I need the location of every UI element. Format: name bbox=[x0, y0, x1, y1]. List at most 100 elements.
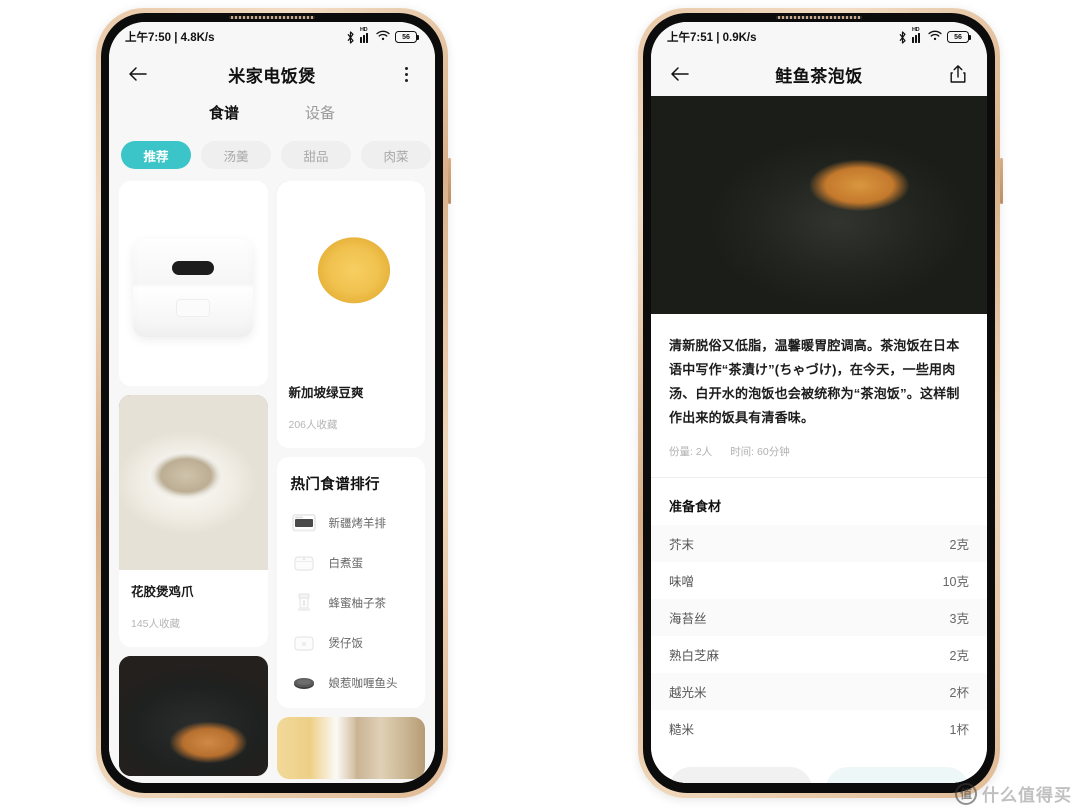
ingredient-name: 味噌 bbox=[669, 575, 695, 590]
ingredient-row: 海苔丝 3克 bbox=[651, 599, 987, 637]
card-rice-cooker-product[interactable] bbox=[119, 181, 268, 386]
chip-soup[interactable]: 汤羹 bbox=[201, 141, 271, 169]
feed-column-left: 花胶煲鸡爪 145人收藏 bbox=[119, 181, 268, 783]
power-button[interactable] bbox=[1000, 158, 1003, 204]
ingredient-amount: 2克 bbox=[949, 649, 969, 664]
rice-cooker-icon bbox=[291, 552, 317, 574]
phone-bezel-right: 上午7:51 | 0.9K/s HD 56 鲑鱼茶泡饭 清新脱俗又低脂，温馨暖胃… bbox=[643, 13, 995, 793]
recipe-meta: 份量: 2人 时间: 60分钟 bbox=[651, 430, 987, 477]
earpiece-grille-icon bbox=[776, 16, 862, 19]
power-button[interactable] bbox=[448, 158, 451, 204]
recipe-detail-body: 清新脱俗又低脂，温馨暖胃腔调高。茶泡饭在日本语中写作“茶漬け”(ちゃづけ)，在今… bbox=[651, 314, 987, 783]
list-item-label: 娘惹咖喱鱼头 bbox=[328, 678, 398, 690]
recipe-favorites-count: 145人收藏 bbox=[131, 618, 181, 630]
bluetooth-icon bbox=[346, 30, 355, 44]
chip-dessert[interactable]: 甜品 bbox=[281, 141, 351, 169]
phone-mockup-right: 上午7:51 | 0.9K/s HD 56 鲑鱼茶泡饭 清新脱俗又低脂，温馨暖胃… bbox=[638, 8, 1003, 798]
watermark-text: 什么值得买 bbox=[982, 786, 1072, 805]
ingredient-amount: 3克 bbox=[949, 612, 969, 627]
recipe-hero-image bbox=[651, 96, 987, 314]
list-item[interactable]: 煲仔饭 bbox=[291, 632, 412, 654]
card-bread-dish[interactable] bbox=[276, 717, 425, 779]
more-options-icon[interactable] bbox=[393, 61, 419, 87]
ingredient-row: 味噌 10克 bbox=[651, 562, 987, 599]
card-body: 花胶煲鸡爪 145人收藏 bbox=[119, 570, 268, 647]
oven-icon bbox=[291, 512, 317, 534]
ingredient-amount: 2克 bbox=[949, 538, 969, 553]
tab-devices[interactable]: 设备 bbox=[305, 102, 335, 123]
add-favorite-button[interactable]: 添加收藏 bbox=[669, 767, 812, 783]
servings-label: 份量: 2人 bbox=[669, 446, 713, 459]
ingredient-name: 糙米 bbox=[669, 723, 695, 738]
ingredient-name: 海苔丝 bbox=[669, 612, 707, 627]
screen-right: 上午7:51 | 0.9K/s HD 56 鲑鱼茶泡饭 清新脱俗又低脂，温馨暖胃… bbox=[651, 22, 987, 783]
card-body: 新加坡绿豆爽 206人收藏 bbox=[277, 371, 426, 448]
ingredient-row: 芥末 2克 bbox=[651, 525, 987, 563]
ranking-title: 热门食谱排行 bbox=[290, 477, 380, 493]
list-item-label: 白煮蛋 bbox=[328, 558, 364, 570]
status-time-network: 上午7:51 | 0.9K/s bbox=[667, 32, 757, 44]
phone-bezel-left: 上午7:50 | 4.8K/s HD 56 米家电饭煲 食谱 设备 推荐 汤羹 … bbox=[101, 13, 443, 793]
nav-bar-left: 米家电饭煲 bbox=[109, 52, 435, 96]
status-bar-right: 上午7:51 | 0.9K/s HD 56 bbox=[651, 22, 987, 52]
card-dark-dish[interactable] bbox=[119, 656, 268, 776]
wifi-icon bbox=[928, 30, 942, 44]
earpiece-grille-icon bbox=[229, 16, 315, 19]
salmon-chazuke-photo bbox=[651, 96, 987, 314]
recipe-title: 花胶煲鸡爪 bbox=[131, 585, 194, 599]
share-icon[interactable] bbox=[945, 61, 971, 87]
tab-recipes[interactable]: 食谱 bbox=[209, 102, 239, 123]
ingredient-name: 芥末 bbox=[669, 538, 695, 553]
card-chicken-feet-soup[interactable]: 花胶煲鸡爪 145人收藏 bbox=[119, 395, 268, 647]
recipe-title: 新加坡绿豆爽 bbox=[288, 386, 364, 400]
ingredients-section-title: 准备食材 bbox=[669, 499, 722, 515]
rice-cooker-icon bbox=[291, 632, 317, 654]
battery-icon: 56 bbox=[947, 31, 972, 43]
rice-cooker-photo bbox=[119, 181, 268, 386]
battery-icon: 56 bbox=[395, 31, 420, 43]
chip-meat[interactable]: 肉菜 bbox=[361, 141, 431, 169]
battery-level: 56 bbox=[954, 33, 962, 41]
phone-mockup-left: 上午7:50 | 4.8K/s HD 56 米家电饭煲 食谱 设备 推荐 汤羹 … bbox=[96, 8, 451, 798]
status-icons: HD 56 bbox=[346, 27, 420, 44]
screenshot-canvas: 上午7:50 | 4.8K/s HD 56 米家电饭煲 食谱 设备 推荐 汤羹 … bbox=[0, 0, 1080, 810]
status-bar-left: 上午7:50 | 4.8K/s HD 56 bbox=[109, 22, 435, 52]
list-item[interactable]: 新疆烤羊排 bbox=[291, 512, 412, 534]
list-item-label: 蜂蜜柚子茶 bbox=[328, 598, 387, 610]
bread-photo bbox=[276, 717, 425, 779]
status-time-network: 上午7:50 | 4.8K/s bbox=[125, 32, 215, 44]
recipe-feed[interactable]: 花胶煲鸡爪 145人收藏 新加坡绿豆爽 206人收藏 热门食谱排行 新疆烤羊排 … bbox=[109, 181, 435, 783]
card-mungbean-soup[interactable]: 新加坡绿豆爽 206人收藏 bbox=[276, 181, 426, 448]
ingredient-name: 越光米 bbox=[669, 686, 707, 701]
ingredient-row: 越光米 2杯 bbox=[651, 673, 987, 711]
induction-cooker-icon bbox=[291, 672, 317, 694]
chip-recommended[interactable]: 推荐 bbox=[121, 141, 191, 169]
action-button-row: 添加收藏 开始烹饪 bbox=[651, 747, 987, 783]
start-cooking-button[interactable]: 开始烹饪 bbox=[826, 767, 969, 783]
page-title: 鲑鱼茶泡饭 bbox=[775, 66, 863, 86]
ingredient-row: 熟白芝麻 2克 bbox=[651, 636, 987, 673]
watermark-badge: 值 bbox=[955, 782, 977, 805]
ingredient-row: 糙米 1杯 bbox=[651, 710, 987, 747]
list-item[interactable]: 白煮蛋 bbox=[291, 552, 412, 574]
tab-bar: 食谱 设备 bbox=[109, 96, 435, 133]
recipe-favorites-count: 206人收藏 bbox=[288, 419, 338, 431]
ingredient-name: 熟白芝麻 bbox=[669, 649, 720, 664]
back-icon[interactable] bbox=[125, 61, 151, 87]
kettle-icon bbox=[291, 592, 317, 614]
signal-bars-icon: HD bbox=[360, 27, 371, 43]
watermark: 值 什么值得买 bbox=[955, 781, 1072, 806]
list-item[interactable]: 娘惹咖喱鱼头 bbox=[291, 672, 412, 694]
signal-bars-icon: HD bbox=[912, 27, 923, 43]
feed-column-right: 新加坡绿豆爽 206人收藏 热门食谱排行 新疆烤羊排 白煮蛋 蜂蜜柚子茶 煲仔饭… bbox=[276, 181, 426, 783]
chicken-feet-soup-photo bbox=[119, 395, 268, 570]
battery-level: 56 bbox=[402, 33, 410, 41]
list-item-label: 新疆烤羊排 bbox=[328, 518, 387, 530]
list-item[interactable]: 蜂蜜柚子茶 bbox=[291, 592, 412, 614]
nav-bar-right: 鲑鱼茶泡饭 bbox=[651, 52, 987, 96]
back-icon[interactable] bbox=[667, 61, 693, 87]
ingredient-amount: 2杯 bbox=[949, 686, 969, 701]
dark-dish-photo bbox=[119, 656, 268, 776]
category-chip-row[interactable]: 推荐 汤羹 甜品 肉菜 bbox=[109, 133, 435, 181]
hot-recipe-ranking-card[interactable]: 热门食谱排行 新疆烤羊排 白煮蛋 蜂蜜柚子茶 煲仔饭 娘惹咖喱鱼头 bbox=[276, 457, 425, 708]
